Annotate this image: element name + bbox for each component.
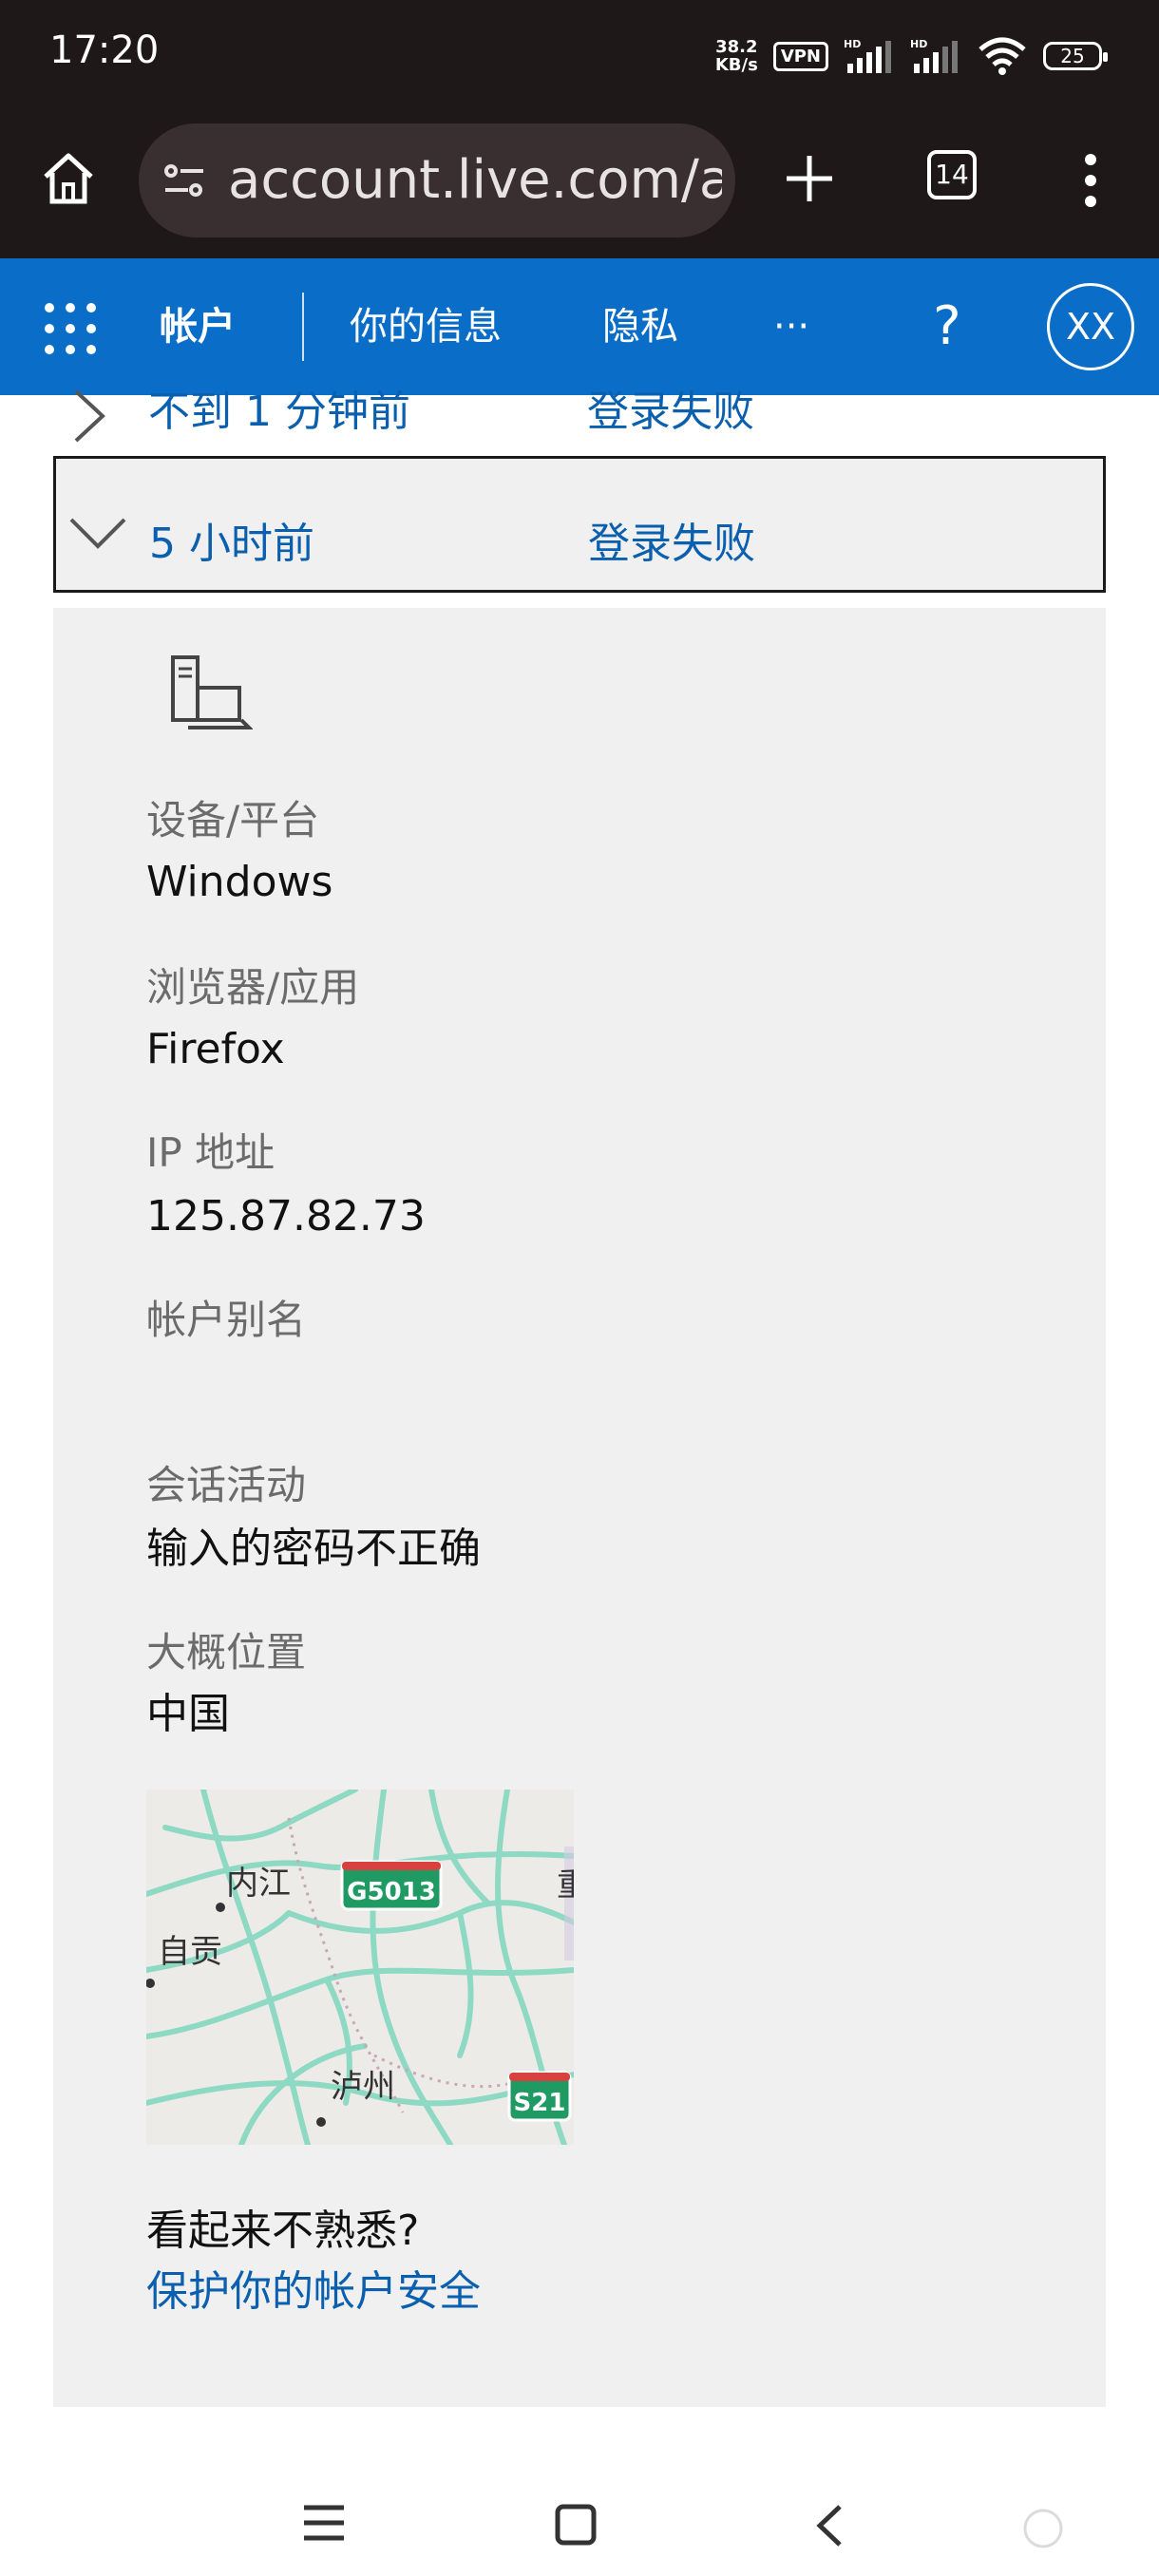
status-time: 17:20	[49, 28, 160, 72]
activity-status: 登录失败	[588, 520, 755, 568]
highway-shield: S21	[507, 2071, 572, 2122]
plus-icon[interactable]	[783, 152, 836, 205]
status-bar: 17:20 38.2 KB/s VPN HD HD 25	[0, 0, 1159, 114]
map-city-label: 泸州	[331, 2068, 395, 2106]
battery-icon: 25	[1043, 42, 1108, 70]
chevron-down-icon	[69, 518, 126, 549]
map-graphic: 内江 自贡 泸州 重 G5013 S21	[146, 1790, 574, 2145]
wifi-icon	[978, 37, 1026, 75]
session-label: 会话活动	[146, 1462, 307, 1508]
nav-account[interactable]: 帐户	[160, 300, 236, 353]
activity-status: 登录失败	[587, 389, 754, 436]
watermark-icon	[1023, 2509, 1063, 2548]
account-nav-bar: 帐户 你的信息 隐私 ··· ? XX	[0, 258, 1159, 395]
system-nav-bar	[0, 2432, 1159, 2576]
watermark-logo	[1022, 2508, 1146, 2561]
unfamiliar-prompt: 看起来不熟悉?	[146, 2207, 420, 2255]
device-label: 设备/平台	[146, 797, 320, 843]
activity-time: 5 小时前	[149, 520, 314, 568]
browser-value: Firefox	[146, 1025, 285, 1073]
browser-label: 浏览器/应用	[146, 964, 360, 1011]
hd-signal-icon: HD	[844, 38, 891, 73]
home-icon[interactable]	[38, 148, 99, 209]
avatar[interactable]: XX	[1047, 283, 1134, 370]
session-value: 输入的密码不正确	[146, 1525, 481, 1573]
map-city-label: 自贡	[158, 1933, 222, 1971]
svg-text:HD: HD	[910, 38, 927, 50]
svg-text:S21: S21	[514, 2089, 566, 2117]
map-city-label: 重	[557, 1866, 574, 1904]
map-city-label: 内江	[226, 1865, 291, 1903]
highway-shield: G5013	[340, 1860, 443, 1911]
nav-more[interactable]: ···	[773, 300, 809, 353]
home-nav-icon[interactable]	[555, 2504, 597, 2546]
ip-label: IP 地址	[146, 1129, 276, 1176]
device-icon	[171, 655, 253, 729]
back-icon[interactable]	[815, 2504, 844, 2548]
help-button[interactable]: ?	[933, 296, 961, 357]
activity-details-panel: 设备/平台 Windows 浏览器/应用 Firefox IP 地址 125.8…	[53, 608, 1106, 2407]
recents-icon[interactable]	[302, 2504, 346, 2542]
device-value: Windows	[146, 858, 333, 906]
protect-account-link[interactable]: 保护你的帐户安全	[146, 2264, 481, 2320]
app-launcher-icon[interactable]	[42, 300, 99, 357]
vpn-icon: VPN	[772, 41, 828, 71]
svg-text:HD: HD	[844, 38, 861, 50]
tab-count-button[interactable]: 14	[927, 150, 977, 199]
browser-toolbar: account.live.com/activity 14	[0, 114, 1159, 258]
nav-privacy[interactable]: 隐私	[602, 300, 678, 353]
nav-your-info[interactable]: 你的信息	[350, 300, 502, 353]
address-bar[interactable]: account.live.com/activity	[139, 123, 735, 237]
more-vert-icon[interactable]	[1079, 152, 1102, 209]
nav-divider	[302, 293, 304, 361]
site-info-icon[interactable]	[162, 160, 207, 201]
ip-value: 125.87.82.73	[146, 1192, 426, 1241]
alias-label: 帐户别名	[146, 1297, 307, 1343]
url-text[interactable]: account.live.com/activity	[228, 150, 722, 211]
location-map: 内江 自贡 泸州 重 G5013 S21	[146, 1790, 574, 2145]
activity-row-expanded[interactable]: 5 小时前 登录失败	[53, 456, 1106, 593]
location-value: 中国	[146, 1690, 230, 1738]
svg-text:G5013: G5013	[347, 1878, 436, 1906]
chevron-right-icon	[74, 389, 105, 443]
status-icons: 38.2 KB/s VPN HD HD 25	[714, 32, 1108, 80]
network-speed: 38.2 KB/s	[714, 37, 758, 75]
activity-time: 不到 1 分钟前	[148, 389, 410, 436]
hd-signal-icon: HD	[910, 38, 958, 73]
location-label: 大概位置	[146, 1629, 307, 1676]
activity-row[interactable]: 不到 1 分钟前 登录失败	[0, 389, 1159, 446]
